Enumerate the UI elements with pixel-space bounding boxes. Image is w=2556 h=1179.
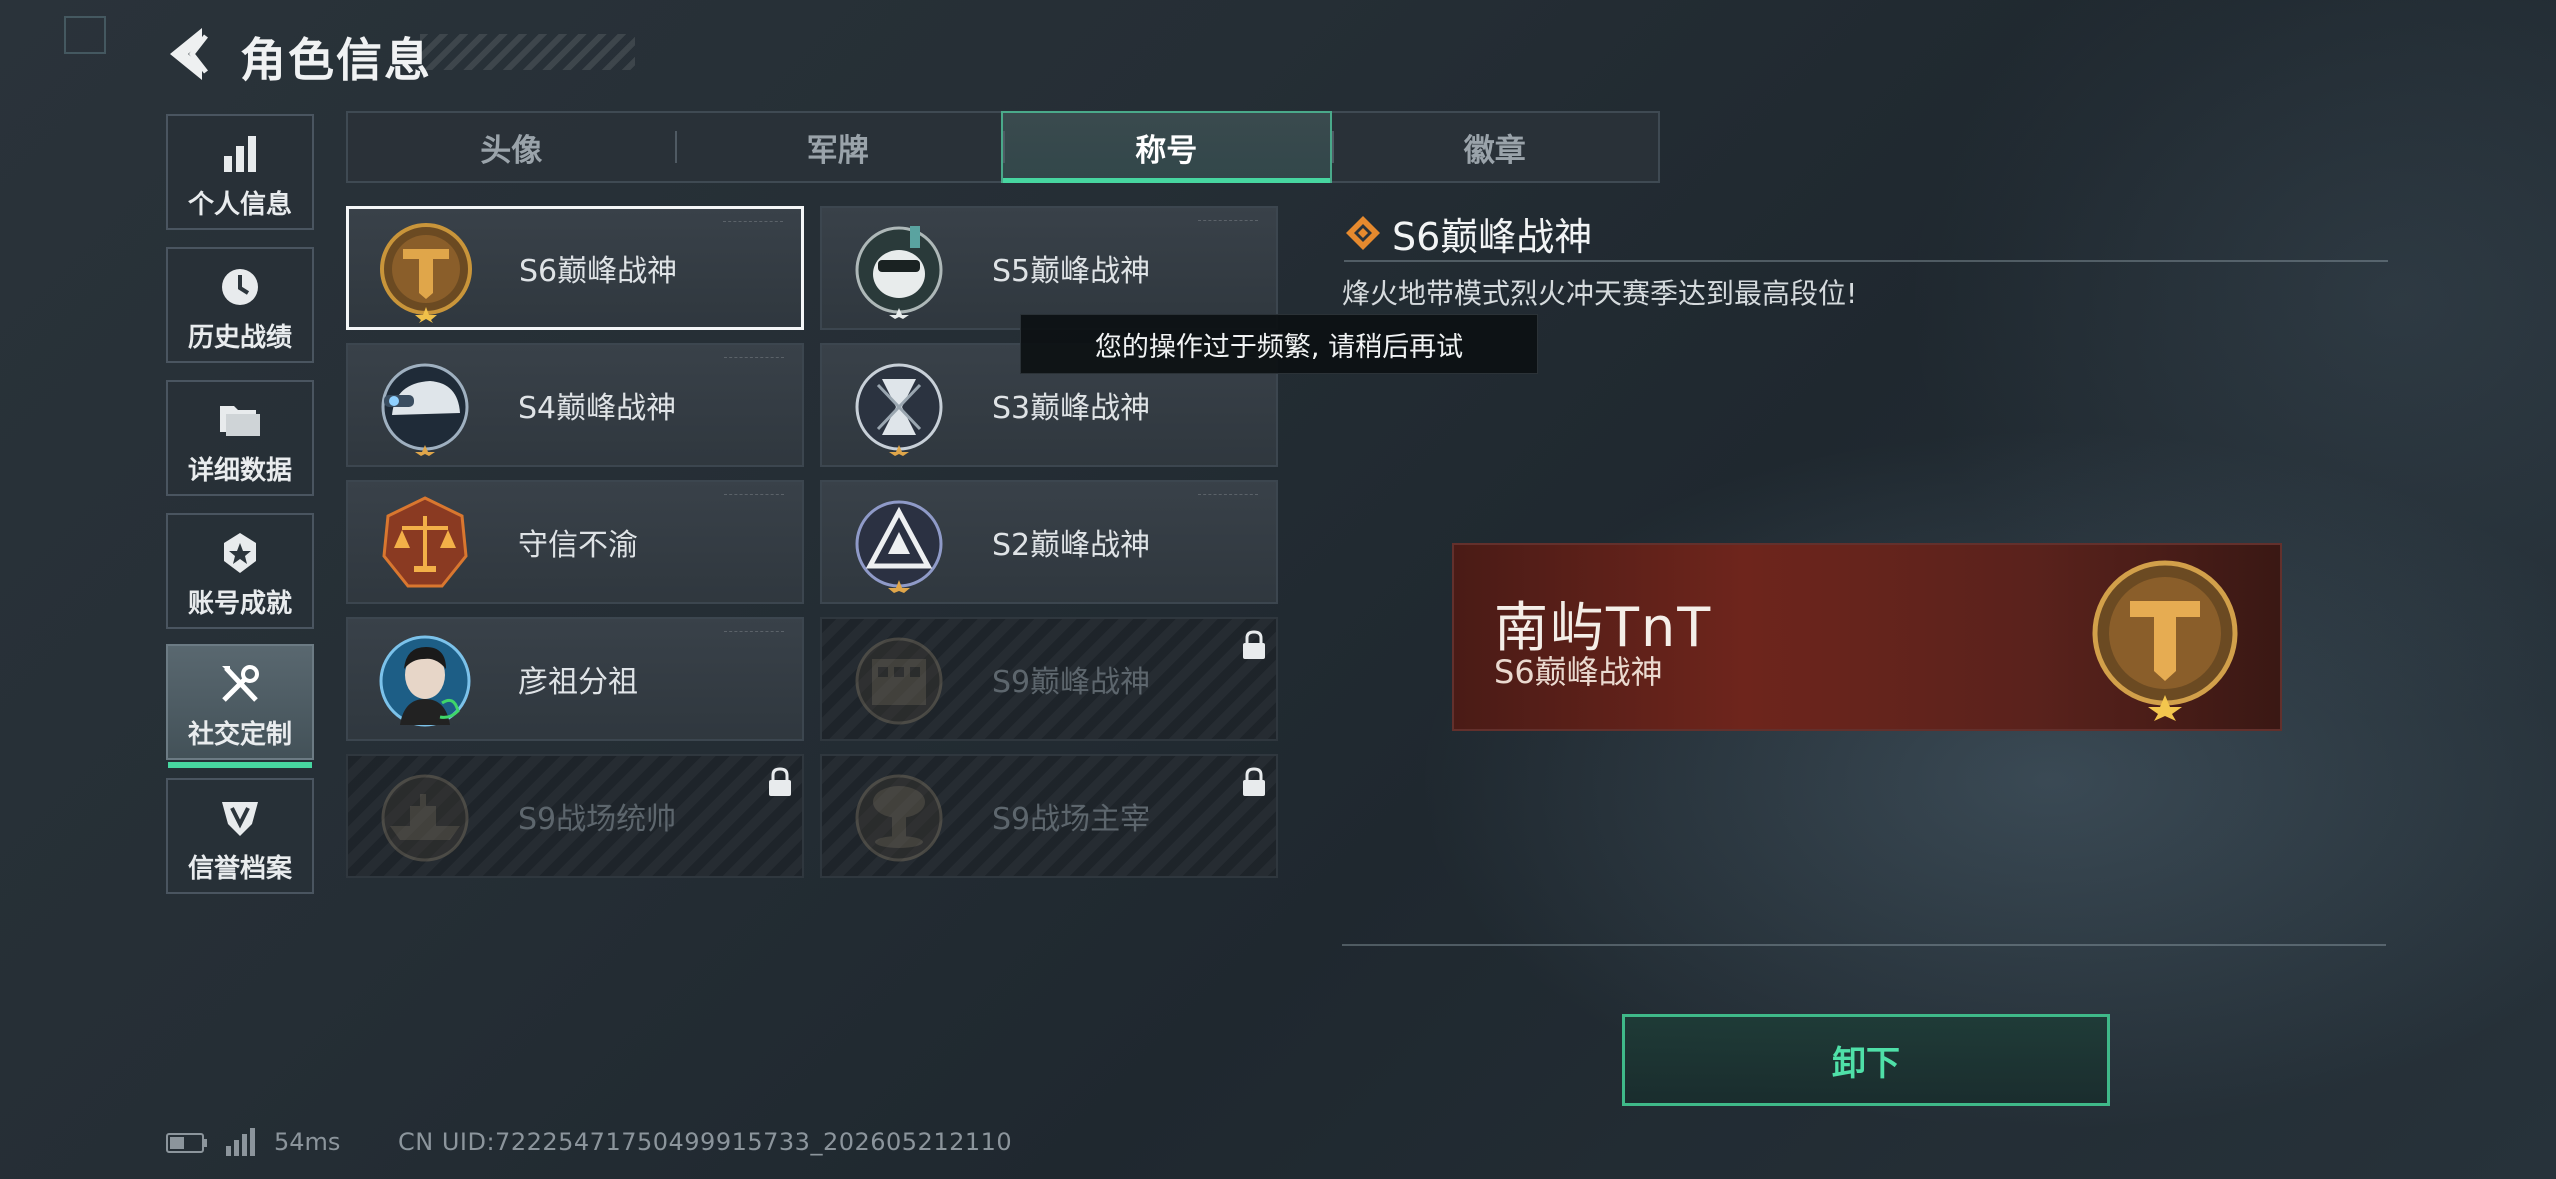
- title-card-label: S4巅峰战神: [518, 391, 677, 426]
- title-nameplate-preview: 南屿TnT S6巅峰战神: [1452, 543, 2282, 731]
- battery-icon: [166, 1133, 207, 1153]
- sidenav-social-customization[interactable]: 社交定制: [166, 644, 314, 768]
- hourglass-emblem-icon: [855, 363, 943, 456]
- sidenav-label: 详细数据: [187, 455, 292, 486]
- title-card-s6-peak-god[interactable]: S6巅峰战神: [346, 206, 804, 330]
- card-decoration: [1198, 220, 1258, 224]
- detail-description: 烽火地带模式烈火冲天赛季达到最高段位!: [1342, 277, 1858, 310]
- clock-history-icon: [222, 268, 258, 305]
- achievement-icon: [224, 532, 256, 573]
- title-card-label: S6巅峰战神: [519, 254, 678, 289]
- title-card-s4-peak-god[interactable]: S4巅峰战神: [346, 343, 804, 467]
- title-card-s9-battlefield-ruler[interactable]: S9战场主宰: [820, 754, 1278, 878]
- title-card-keep-faith[interactable]: 守信不渝: [346, 480, 804, 604]
- card-decoration: [723, 221, 783, 225]
- lock-icon: [769, 767, 791, 796]
- mushroom-cloud-emblem-icon: [855, 774, 943, 862]
- sidenav-detailed-data[interactable]: 详细数据: [166, 380, 314, 496]
- helmet-emblem-icon: [381, 363, 469, 456]
- title-card-label: 守信不渝: [518, 528, 638, 563]
- sidenav-credit-profile[interactable]: 信誉档案: [166, 778, 314, 894]
- ping-value: 54ms: [274, 1128, 341, 1156]
- detail-title: S6巅峰战神: [1392, 215, 1593, 259]
- tab-avatar[interactable]: 头像: [348, 113, 675, 181]
- credit-shield-icon: [222, 801, 258, 836]
- skull-helmet-emblem-icon: [855, 226, 943, 319]
- card-decoration: [1198, 494, 1258, 498]
- card-decoration: [724, 631, 784, 635]
- sidenav-account-achievements[interactable]: 账号成就: [166, 513, 314, 629]
- title-card-s9-peak-god[interactable]: S9巅峰战神: [820, 617, 1278, 741]
- divider: [1344, 260, 2388, 262]
- bar-chart-icon: [224, 135, 256, 172]
- sidenav-label: 信誉档案: [187, 853, 292, 884]
- tab-dog-tag[interactable]: 军牌: [674, 113, 1002, 181]
- triangle-emblem-icon: [855, 500, 943, 593]
- card-decoration: [724, 357, 784, 361]
- sidenav-label: 账号成就: [187, 588, 292, 619]
- scales-emblem-icon: [382, 496, 468, 588]
- sidenav-label: 社交定制: [187, 719, 292, 750]
- tab-title[interactable]: 称号: [1001, 111, 1332, 183]
- title-card-s2-peak-god[interactable]: S2巅峰战神: [820, 480, 1278, 604]
- title-card-label: S5巅峰战神: [992, 254, 1151, 289]
- golden-t-emblem-icon: [2092, 560, 2238, 721]
- card-decoration: [724, 494, 784, 498]
- lock-icon: [1243, 630, 1265, 659]
- folder-icon: [220, 405, 260, 436]
- corner-decoration: [64, 16, 106, 54]
- sidenav-match-history[interactable]: 历史战绩: [166, 247, 314, 363]
- divider: [1342, 944, 2386, 946]
- title-card-label: S9战场主宰: [992, 802, 1151, 837]
- warship-emblem-icon: [381, 774, 469, 862]
- title-hatch-decoration: [420, 34, 635, 70]
- nameplate-title: S6巅峰战神: [1494, 653, 1663, 691]
- building-emblem-icon: [855, 637, 943, 725]
- title-card-label: S9巅峰战神: [992, 665, 1151, 700]
- unequip-button[interactable]: 卸下: [1622, 1014, 2110, 1106]
- user-uid: CN UID:722254717504999157​33_20260521211…: [398, 1128, 1013, 1156]
- portrait-emblem-icon: [379, 635, 471, 727]
- toast-message: 您的操作过于频繁, 请稍后再试: [1020, 314, 1538, 374]
- sidenav-personal-info[interactable]: 个人信息: [166, 114, 314, 230]
- title-card-label: 彦祖分祖: [518, 665, 638, 700]
- sidenav-label: 历史战绩: [187, 322, 292, 353]
- title-card-label: S2巅峰战神: [992, 528, 1151, 563]
- tab-bar: 头像 军牌 称号 徽章: [346, 111, 1660, 183]
- signal-strength-icon: [226, 1128, 255, 1156]
- golden-t-emblem-icon: [380, 223, 472, 323]
- page-title: 角色信息: [240, 33, 432, 87]
- back-arrow-icon[interactable]: [162, 22, 222, 86]
- diamond-icon: [1346, 216, 1380, 250]
- tools-icon: [222, 664, 259, 702]
- lock-icon: [1243, 767, 1265, 796]
- title-card-yanzu[interactable]: 彦祖分祖: [346, 617, 804, 741]
- title-card-s5-peak-god[interactable]: S5巅峰战神: [820, 206, 1278, 330]
- sidenav-label: 个人信息: [187, 189, 292, 220]
- title-card-s9-battlefield-marshal[interactable]: S9战场统帅: [346, 754, 804, 878]
- tab-badge[interactable]: 徽章: [1331, 113, 1659, 181]
- title-card-label: S9战场统帅: [518, 802, 677, 837]
